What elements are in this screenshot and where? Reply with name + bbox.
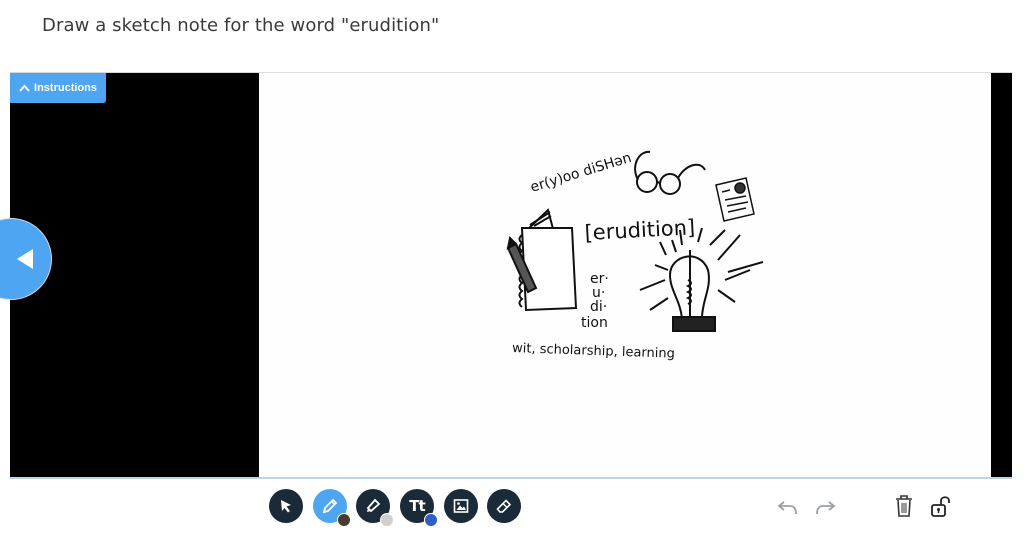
sketch-word: [erudition] <box>584 215 696 245</box>
instructions-toggle[interactable]: Instructions <box>10 73 106 103</box>
highlighter-tool-button[interactable] <box>356 489 394 527</box>
lock-button[interactable] <box>928 492 954 520</box>
highlighter-icon <box>366 498 381 513</box>
eraser-tool-button[interactable] <box>487 489 521 523</box>
lightbulb-icon <box>639 227 764 332</box>
pencil-icon <box>322 498 338 514</box>
undo-icon <box>777 501 797 515</box>
trash-icon <box>896 495 912 517</box>
certificate-icon <box>715 177 755 222</box>
text-tool-button[interactable]: Tt <box>400 489 438 527</box>
cursor-icon <box>281 500 291 513</box>
sketch-syllable: di· <box>590 299 607 315</box>
instructions-label: Instructions <box>34 82 97 94</box>
triangle-left-icon <box>17 249 33 269</box>
stage-bottom-border <box>10 477 1012 479</box>
image-tool-button[interactable] <box>444 489 478 523</box>
glasses-icon <box>634 150 706 195</box>
unlock-icon <box>931 496 950 517</box>
text-color-dot[interactable] <box>424 513 438 527</box>
undo-button[interactable] <box>776 492 802 520</box>
highlighter-color-dot[interactable] <box>380 513 394 527</box>
sketch-syllable: tion <box>581 315 608 331</box>
redo-icon <box>816 501 836 515</box>
chevron-up-icon <box>19 84 30 92</box>
pen-tool-button[interactable] <box>313 489 351 527</box>
select-tool-button[interactable] <box>269 489 303 523</box>
text-icon: Tt <box>409 497 425 515</box>
notebook-icon <box>518 208 578 312</box>
sketch-pronunciation: er(y)oo diSHən <box>528 150 633 196</box>
redo-button[interactable] <box>811 492 837 520</box>
prompt-title: Draw a sketch note for the word "eruditi… <box>42 15 440 36</box>
image-icon <box>453 499 469 513</box>
delete-button[interactable] <box>891 492 917 520</box>
pen-color-dot[interactable] <box>337 513 351 527</box>
sketch-drawing: er(y)oo diSHən [erudition] er· u· di· ti… <box>506 150 764 362</box>
sketch-definition: wit, scholarship, learning <box>512 341 675 362</box>
eraser-icon <box>496 499 512 513</box>
